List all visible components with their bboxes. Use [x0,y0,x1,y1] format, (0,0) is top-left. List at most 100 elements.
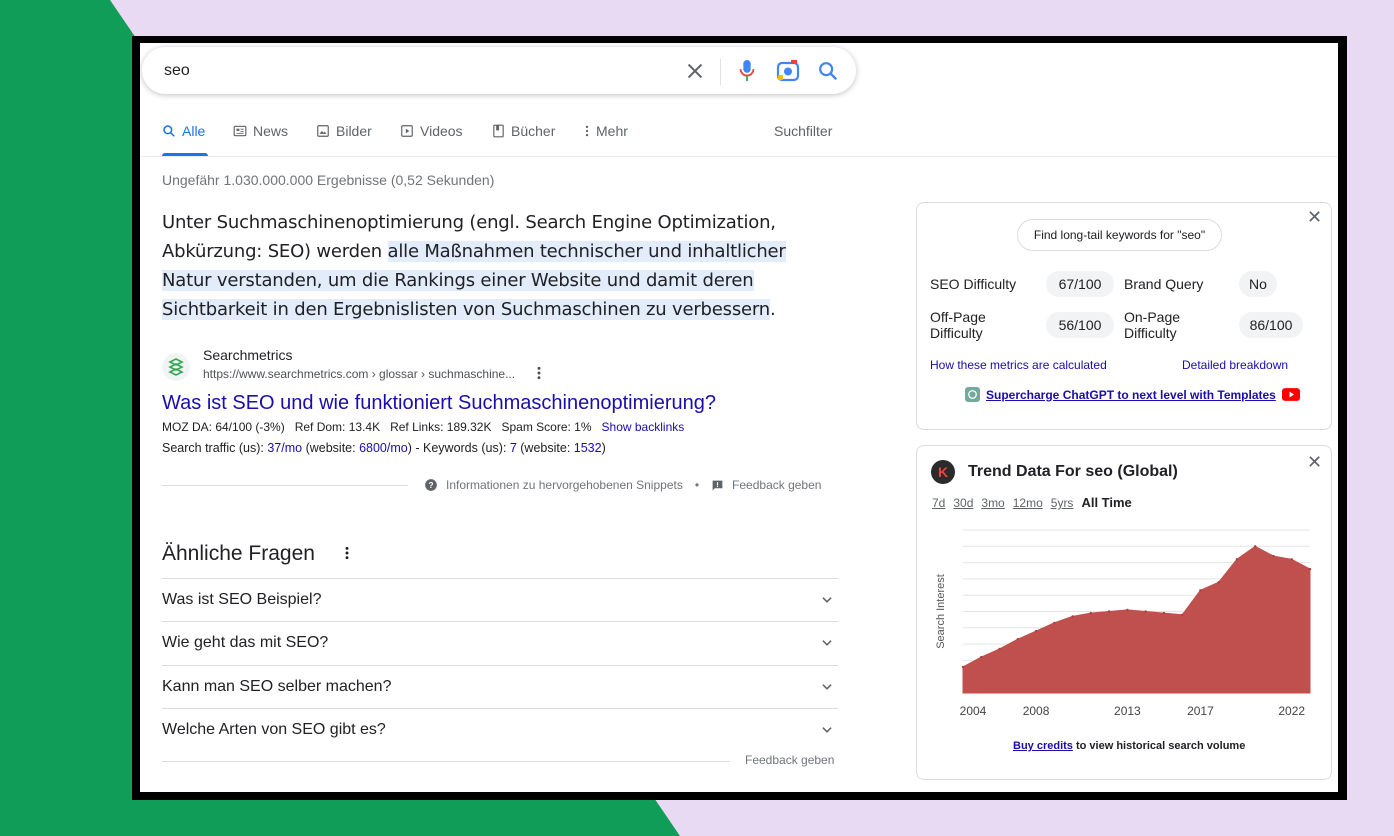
moz-metrics-text: MOZ DA: 64/100 (-3%) Ref Dom: 13.4K Ref … [162,420,592,434]
x-tick-label: 2004 [960,704,987,718]
trend-data-point [980,655,983,659]
trend-title: Trend Data For seo (Global) [968,463,1178,480]
feedback-icon[interactable] [711,479,724,492]
trend-data-point [1162,611,1166,615]
detailed-breakdown-link[interactable]: Detailed breakdown [1182,358,1288,372]
results-count: Ungefähr 1.030.000.000 Ergebnisse (0,52 … [162,172,495,188]
show-backlinks-link[interactable]: Show backlinks [602,420,685,434]
search-input[interactable]: seo [164,62,190,80]
trend-data-point [1272,554,1275,558]
range-5yrs[interactable]: 5yrs [1051,496,1074,510]
tab-label: Bücher [511,123,556,139]
traffic-value-link[interactable]: 37/mo [267,441,302,455]
search-icon [163,125,175,137]
clear-icon[interactable] [684,60,706,82]
range-3mo[interactable]: 3mo [981,496,1004,510]
trend-data-point [1181,613,1184,616]
microphone-icon[interactable] [736,58,758,84]
offpage-difficulty-value: 56/100 [1046,312,1114,338]
searchmetrics-logo[interactable] [162,353,190,381]
buy-credits-link[interactable]: Buy credits [1013,740,1073,752]
news-icon [233,125,247,137]
range-30d[interactable]: 30d [953,496,973,510]
tab-label: Bilder [336,123,372,139]
image-icon [317,125,329,137]
trend-data-panel: ✕ K Trend Data For seo (Global) 7d 30d 3… [916,445,1332,780]
traffic-suffix: ) [601,441,606,455]
close-icon[interactable]: ✕ [1307,207,1322,228]
snippet-end: . [769,299,776,320]
more-vert-icon [585,125,589,137]
svg-text:?: ? [429,481,434,490]
search-tools-button[interactable]: Suchfilter [774,123,832,139]
result-title-link[interactable]: Was ist SEO und wie funktioniert Suchmas… [162,392,716,415]
traffic-website-link[interactable]: 6800/mo [359,441,408,455]
chevron-down-icon [822,597,832,603]
onpage-label-line2: Difficulty [1124,325,1177,341]
camera-lens-icon[interactable] [776,60,800,82]
help-icon[interactable]: ? [424,478,438,492]
search-divider [720,59,721,85]
trend-data-point [1144,610,1147,613]
tab-bilder[interactable]: Bilder [316,123,372,139]
trend-data-point [1016,638,1019,641]
close-icon[interactable]: ✕ [1307,452,1322,473]
snippet-info-link[interactable]: Informationen zu hervorgehobenen Snippet… [446,478,683,492]
paa-question[interactable]: Was ist SEO Beispiel? [162,578,838,622]
tab-label: Alle [182,123,206,139]
paa-question[interactable]: Welche Arten von SEO gibt es? [162,708,838,752]
moz-metrics: MOZ DA: 64/100 (-3%) Ref Dom: 13.4K Ref … [162,420,684,434]
chevron-down-icon [822,684,832,690]
trend-data-point [1071,615,1074,618]
range-all-time[interactable]: All Time [1081,495,1131,510]
offpage-label-line2: Difficulty [930,325,983,341]
chevron-down-icon [822,640,832,646]
snippet-footer: ? Informationen zu hervorgehobenen Snipp… [424,478,821,492]
onpage-difficulty-value: 86/100 [1239,312,1303,338]
searchmetrics-icon [168,358,184,376]
chatgpt-templates-link[interactable]: Supercharge ChatGPT to next level with T… [986,388,1276,402]
trend-data-point [1290,558,1293,561]
onpage-difficulty-label: On-Page Difficulty [1124,309,1180,341]
feedback-link[interactable]: Feedback geben [732,478,821,492]
chatgpt-promo: Supercharge ChatGPT to next level with T… [965,387,1300,402]
snippet-divider [162,485,408,486]
metrics-explained-link[interactable]: How these metrics are calculated [930,358,1107,372]
youtube-icon[interactable] [1281,388,1300,401]
paa-question-text: Was ist SEO Beispiel? [162,591,322,608]
keywords-value-link[interactable]: 7 [510,441,517,455]
tab-news[interactable]: News [233,123,288,139]
trend-data-point [1107,610,1111,613]
seo-difficulty-label: SEO Difficulty [930,276,1017,292]
keywords-prefix: ) - Keywords (us): [407,441,510,455]
trend-data-point [998,647,1001,651]
paa-question[interactable]: Wie geht das mit SEO? [162,621,838,665]
tab-buecher[interactable]: Bücher [492,123,555,139]
book-icon [493,124,504,138]
paa-question-text: Welche Arten von SEO gibt es? [162,721,386,738]
source-name[interactable]: Searchmetrics [203,347,292,363]
paa-title: Ähnliche Fragen [162,542,315,565]
x-tick-label: 2017 [1187,704,1214,718]
tab-alle[interactable]: Alle [162,123,205,139]
x-tick-label: 2008 [1023,704,1050,718]
result-menu-icon[interactable] [536,365,542,386]
keywords-website-link[interactable]: 1532 [574,441,602,455]
search-box[interactable]: seo [142,47,856,94]
paa-divider [162,761,730,762]
source-url[interactable]: https://www.searchmetrics.com › glossar … [203,367,515,381]
tab-mehr[interactable]: Mehr [584,123,628,139]
paa-question[interactable]: Kann man SEO selber machen? [162,665,838,709]
y-axis-label: Search Interest [935,574,947,649]
seo-difficulty-value: 67/100 [1046,271,1114,297]
keyword-metrics-panel: ✕ Find long-tail keywords for "seo" SEO … [916,202,1332,430]
longtail-keywords-button[interactable]: Find long-tail keywords for "seo" [1017,219,1222,251]
paa-menu-icon[interactable] [344,545,350,566]
search-icon[interactable] [817,60,839,82]
keywords-website-prefix: (website: [516,441,574,455]
tab-videos[interactable]: Videos [400,123,463,139]
range-12mo[interactable]: 12mo [1013,496,1043,510]
range-7d[interactable]: 7d [932,496,945,510]
x-tick-label: 2013 [1114,704,1141,718]
paa-feedback-link[interactable]: Feedback geben [745,753,834,767]
